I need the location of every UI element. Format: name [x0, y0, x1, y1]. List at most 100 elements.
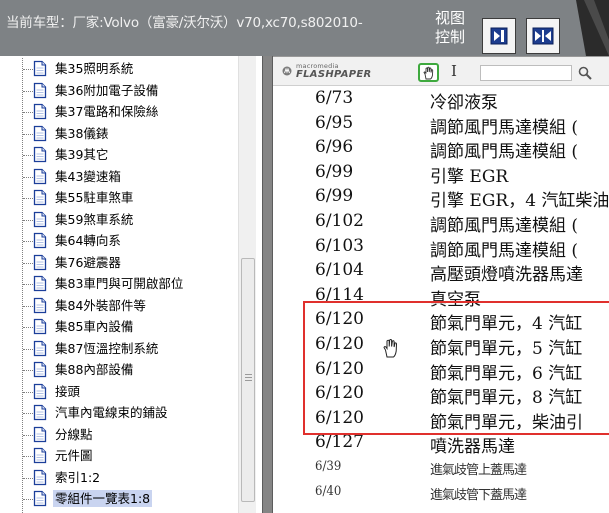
chapter-tree: 集35照明系統集36附加電子設備 集37電路和保險絲 集38儀錶集39其它集43變速… [8, 58, 238, 513]
tree-item[interactable]: 集87恆溫控制系統 [8, 338, 238, 360]
tree-item-label: 集84外裝部件等 [55, 297, 146, 313]
tree-item[interactable]: 集43變速箱 [8, 166, 238, 188]
component-description: 調節風門馬達模組 ( [430, 117, 579, 138]
component-code: 6/127 [315, 432, 364, 453]
tree-item-label: 集64轉向系 [55, 233, 121, 248]
component-code: 6/102 [315, 211, 364, 231]
document-row: 6/99 引擎 EGR，4 汽缸柴油 [273, 184, 609, 212]
tree-item[interactable]: 集85車內設備 [8, 316, 238, 338]
hand-tool-button[interactable] [418, 63, 439, 82]
component-code: 6/99 [315, 186, 354, 207]
hand-cursor-icon [383, 339, 398, 358]
component-code: 6/103 [315, 235, 364, 256]
tree-item[interactable]: 集35照明系統 [8, 58, 238, 80]
document-row: 6/96 調節風門馬達模組 ( [273, 135, 609, 163]
tree-item-label: 集37電路和保險絲 [55, 104, 159, 119]
document-icon [33, 361, 47, 378]
document-icon [33, 60, 47, 77]
document-icon [33, 490, 47, 507]
tree-scrollbar[interactable] [238, 56, 256, 513]
arrow-right-bar-icon [490, 27, 508, 45]
tree-item[interactable]: 集88內部設備 [8, 359, 238, 381]
tree-item-label: 接頭 [55, 383, 81, 399]
tree-item[interactable]: 集37電路和保險絲 [8, 101, 238, 123]
document-icon [33, 189, 47, 206]
highlight-annotation-box [303, 301, 609, 435]
tree-item-label: 集59煞車系統 [55, 211, 134, 227]
document-row: 6/40 進氣歧管下蓋馬達 [273, 480, 609, 505]
document-icon [33, 447, 47, 464]
search-icon[interactable] [577, 65, 593, 81]
tree-item-label: 分線點 [55, 426, 93, 442]
tree-item[interactable]: 索引1:2 [8, 467, 238, 489]
component-code: 6/95 [315, 112, 354, 133]
document-viewer: macromedia FLASHPAPER I 6/73 冷卻液泵 6/95 調節風門… [273, 56, 609, 513]
macromedia-logo-icon [282, 66, 292, 76]
document-icon [33, 232, 47, 249]
document-icon [33, 146, 47, 163]
component-code: 6/39 [315, 459, 342, 474]
tree-item-label: 元件圖 [55, 448, 93, 463]
document-row: 6/104 高壓頭燈噴洗器馬達 [273, 258, 609, 286]
component-description: 引擎 EGR，4 汽缸柴油 [430, 191, 609, 212]
tree-item-label: 集36附加電子設備 [55, 82, 159, 98]
tree-item[interactable]: 零組件一覽表1:8 [8, 488, 238, 510]
document-row: 6/99 引擎 EGR [273, 160, 609, 187]
tree-item[interactable]: 分線點 [8, 424, 238, 446]
collapse-panel-button[interactable] [482, 18, 516, 54]
brand-big-label: FLASHPAPER [296, 69, 372, 80]
tree-item[interactable]: 集64轉向系 [8, 230, 238, 252]
document-icon [33, 168, 47, 184]
document-row: 6/103 調節風門馬達模組 ( [273, 234, 609, 261]
component-description: 引擎 EGR [430, 166, 509, 187]
document-icon [33, 297, 47, 313]
split-view-button[interactable] [526, 18, 560, 54]
view-control-label: 视图 控制 [432, 9, 468, 47]
search-input[interactable] [480, 65, 572, 81]
tree-item[interactable]: 集84外裝部件等 [8, 295, 238, 317]
tree-item-label: 集38儀錶 [55, 125, 109, 141]
document-icon [33, 103, 47, 120]
tree-item[interactable]: 集38儀錶 [8, 123, 238, 145]
current-vehicle-label: 当前车型：厂家:Volvo（富豪/沃尔沃）v70,xc70,s802010- [6, 15, 363, 31]
tree-item[interactable]: 集39其它 [8, 144, 238, 166]
header-decoration [576, 0, 609, 56]
component-description: 冷卻液泵 [430, 93, 498, 113]
tree-item-label: 集35照明系統 [55, 61, 134, 76]
tree-item[interactable]: 集76避震器 [8, 252, 238, 274]
tree-item-label: 集76避震器 [55, 254, 121, 270]
component-description: 調節風門馬達模組 ( [430, 142, 579, 163]
document-row: 6/39 進氣歧管上蓋馬達 [273, 455, 609, 480]
document-icon [33, 340, 47, 356]
document-row: 6/102 調節風門馬達模組 ( [273, 209, 609, 236]
component-description: 進氣歧管上蓋馬達 [430, 463, 527, 478]
tree-item-label: 集85車內設備 [55, 319, 134, 334]
tree-item-label: 集39其它 [55, 147, 109, 162]
tree-item[interactable]: 接頭 [8, 381, 238, 403]
document-row: 6/73 冷卻液泵 [273, 86, 609, 113]
view-control-text-line: 视图 [434, 9, 465, 27]
tree-item[interactable]: 集83車門與可開啟部位 [8, 273, 238, 295]
tree-item[interactable]: 集36附加電子設備 [8, 80, 238, 102]
tree-item-label: 集87恆溫控制系統 [55, 340, 159, 356]
tree-scrollbar-thumb[interactable] [241, 258, 255, 502]
tree-item-label: 集83車門與可開啟部位 [55, 276, 184, 291]
document-icon [33, 404, 47, 421]
document-row: 6/95 調節風門馬達模組 ( [273, 111, 609, 138]
document-icon [33, 125, 47, 141]
document-icon [33, 469, 47, 485]
tree-item[interactable]: 集55駐車煞車 [8, 187, 238, 209]
tree-item[interactable]: 汽車內電線束的鋪設 [8, 402, 238, 424]
component-description: 噴洗器馬達 [430, 437, 515, 458]
tree-item[interactable]: 元件圖 [8, 445, 238, 467]
panel-divider[interactable] [262, 56, 273, 513]
tree-item-label: 索引1:2 [55, 469, 101, 485]
split-arrows-icon [532, 27, 554, 45]
chapter-tree-panel: 集35照明系統集36附加電子設備 集37電路和保險絲 集38儀錶集39其它集43變速… [0, 56, 262, 513]
document-icon [33, 82, 47, 98]
text-select-tool-icon[interactable]: I [451, 62, 457, 80]
tree-item[interactable]: 集59煞車系統 [8, 209, 238, 231]
tree-item-label: 零組件一覽表1:8 [53, 490, 153, 507]
component-description: 高壓頭燈噴洗器馬達 [430, 265, 583, 286]
component-description: 調節風門馬達模組 ( [430, 240, 579, 261]
